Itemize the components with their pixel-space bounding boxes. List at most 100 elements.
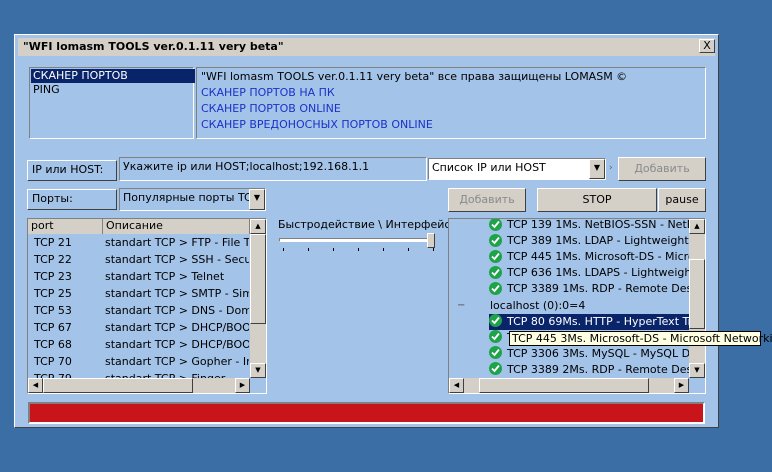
port-cell: TCP 70	[34, 355, 72, 368]
table-row[interactable]: TCP 67 standart TCP > DHCP/BOOT...	[29, 319, 249, 336]
result-row[interactable]: TCP 3389 1Ms. RDP - Remote Deskto	[489, 281, 689, 297]
check-icon	[489, 265, 502, 279]
result-text: TCP 80 69Ms. HTTP - HyperText Tran	[507, 314, 689, 328]
result-text: TCP 445 1Ms. Microsoft-DS - Microsoft	[507, 250, 689, 264]
port-cell: TCP 25	[34, 287, 72, 300]
result-row[interactable]: TCP 139 1Ms. NetBIOS-SSN - NetBIOS	[489, 218, 689, 233]
port-list-header: port Описание	[28, 219, 250, 234]
column-header-description[interactable]: Описание	[103, 219, 250, 234]
column-header-port[interactable]: port	[28, 219, 103, 234]
port-cell: TCP 53	[34, 304, 72, 317]
slider-tick	[333, 248, 334, 251]
result-row[interactable]: TCP 389 1Ms. LDAP - Lightweight Dire	[489, 233, 689, 249]
tool-menu-list[interactable]: СКАНЕР ПОРТОВ PING	[29, 67, 195, 139]
slider-tick	[358, 248, 359, 251]
result-row[interactable]: TCP 80 69Ms. HTTP - HyperText Tran	[489, 313, 689, 330]
description-cell: standart TCP > SMTP - Simple	[105, 287, 249, 300]
stop-button[interactable]: STOP	[537, 188, 657, 212]
info-panel: "WFI lomasm TOOLS ver.0.1.11 very beta" …	[196, 67, 706, 139]
slider-tick	[408, 248, 409, 251]
table-row[interactable]: TCP 68 standart TCP > DHCP/BOOT...	[29, 336, 249, 353]
port-cell: TCP 68	[34, 338, 72, 351]
result-text: TCP 636 1Ms. LDAPS - Lightweight Dir	[507, 266, 689, 280]
result-text: localhost (0):0=4	[490, 298, 586, 312]
scroll-thumb[interactable]	[479, 378, 649, 393]
host-label: IP или HOST:	[27, 160, 117, 181]
link-malware-port-scanner[interactable]: СКАНЕР ВРЕДОНОСНЫХ ПОРТОВ ONLINE	[201, 118, 433, 132]
check-icon	[489, 281, 502, 295]
port-cell: TCP 22	[34, 253, 72, 266]
speed-slider[interactable]	[275, 233, 440, 253]
scroll-left-icon[interactable]: ◀	[449, 378, 464, 393]
result-row[interactable]: TCP 445 1Ms. Microsoft-DS - Microsoft	[489, 249, 689, 265]
port-cell: TCP 23	[34, 270, 72, 283]
ports-combo-value: Популярные порты TCP	[123, 191, 259, 204]
scroll-up-icon[interactable]: ▲	[689, 219, 705, 234]
port-cell: TCP 21	[34, 236, 72, 249]
description-cell: standart TCP > DHCP/BOOT...	[105, 321, 249, 334]
menu-item-port-scanner[interactable]: СКАНЕР ПОРТОВ	[31, 69, 195, 83]
port-list[interactable]: port Описание TCP 21 standart TCP > FTP -…	[27, 218, 267, 394]
description-cell: standart TCP > FTP - File Tran	[105, 236, 249, 249]
port-cell: TCP 67	[34, 321, 72, 334]
menu-item-ping[interactable]: PING	[31, 83, 195, 97]
window-title: "WFI lomasm TOOLS ver.0.1.11 very beta"	[23, 40, 284, 53]
table-row[interactable]: TCP 70 standart TCP > Gopher - Inter.	[29, 353, 249, 370]
link-port-scanner-pc[interactable]: СКАНЕР ПОРТОВ НА ПК	[201, 86, 335, 100]
results-tree[interactable]: TCP 139 1Ms. NetBIOS-SSN - NetBIOS TCP 38…	[448, 218, 706, 394]
host-input[interactable]: Укажите ip или HOST;localhost;192.168.1.…	[119, 157, 427, 181]
result-text: TCP 139 1Ms. NetBIOS-SSN - NetBIOS	[507, 218, 689, 231]
scroll-left-icon[interactable]: ◀	[28, 378, 43, 393]
progress-bar	[28, 402, 705, 424]
ports-combo[interactable]: Популярные порты TCP ▼	[119, 188, 266, 211]
add-host-button[interactable]: Добавить	[618, 157, 706, 181]
slider-track	[279, 238, 435, 242]
scroll-right-icon[interactable]: ▶	[235, 378, 250, 393]
result-group-row[interactable]: localhost (0):0=4	[490, 298, 680, 314]
chevron-down-icon[interactable]: ▼	[589, 159, 605, 179]
description-cell: standart TCP > SSH - Secure .	[105, 253, 249, 266]
check-icon	[489, 219, 502, 231]
table-row[interactable]: TCP 23 standart TCP > Telnet	[29, 268, 249, 285]
table-row[interactable]: TCP 25 standart TCP > SMTP - Simple	[29, 285, 249, 302]
scroll-up-icon[interactable]: ▲	[250, 219, 266, 234]
slider-thumb[interactable]	[427, 233, 435, 248]
results-vscrollbar[interactable]: ▲ ▼	[689, 219, 705, 378]
results-hscrollbar[interactable]: ◀ ▶	[449, 378, 689, 393]
host-list-combo[interactable]: Список IP или HOST ▼	[428, 158, 606, 180]
result-row[interactable]: TCP 636 1Ms. LDAPS - Lightweight Dir	[489, 265, 689, 281]
slider-tick	[308, 248, 309, 251]
collapse-icon[interactable]: −	[457, 298, 465, 314]
scroll-thumb[interactable]	[250, 234, 266, 324]
table-row[interactable]: TCP 21 standart TCP > FTP - File Tran	[29, 234, 249, 251]
chevron-right-icon: ›	[609, 163, 613, 173]
scroll-thumb[interactable]	[43, 378, 193, 393]
check-icon	[489, 346, 502, 360]
description-cell: standart TCP > Gopher - Inter.	[105, 355, 249, 368]
pause-button[interactable]: pause	[658, 188, 706, 212]
speed-label: Быстродействие \ Интерфейс	[278, 218, 451, 231]
table-row[interactable]: TCP 22 standart TCP > SSH - Secure .	[29, 251, 249, 268]
result-text: TCP 389 1Ms. LDAP - Lightweight Dire	[507, 234, 689, 248]
description-cell: standart TCP > DNS - Domain.	[105, 304, 249, 317]
scroll-down-icon[interactable]: ▼	[250, 363, 266, 378]
add-port-button[interactable]: Добавить	[448, 188, 526, 212]
result-row[interactable]: TCP 3389 2Ms. RDP - Remote Deskto	[489, 362, 689, 378]
port-list-vscrollbar[interactable]: ▲ ▼	[250, 219, 266, 378]
check-icon	[489, 362, 502, 376]
check-icon	[489, 249, 502, 263]
description-cell: standart TCP > DHCP/BOOT...	[105, 338, 249, 351]
scroll-thumb[interactable]	[689, 259, 705, 329]
scroll-right-icon[interactable]: ▶	[674, 378, 689, 393]
title-bar: "WFI lomasm TOOLS ver.0.1.11 very beta" …	[18, 38, 715, 56]
link-port-scanner-online[interactable]: СКАНЕР ПОРТОВ ONLINE	[201, 102, 341, 116]
chevron-down-icon[interactable]: ▼	[249, 189, 265, 210]
scroll-down-icon[interactable]: ▼	[689, 363, 705, 378]
host-list-combo-value: Список IP или HOST	[432, 161, 546, 174]
ports-label: Порты:	[27, 189, 117, 210]
result-row[interactable]: TCP 3306 3Ms. MySQL - MySQL DB	[489, 346, 689, 362]
close-button[interactable]: X	[699, 39, 715, 53]
port-list-hscrollbar[interactable]: ◀ ▶	[28, 378, 250, 393]
table-row[interactable]: TCP 53 standart TCP > DNS - Domain.	[29, 302, 249, 319]
copyright-text: "WFI lomasm TOOLS ver.0.1.11 very beta" …	[201, 70, 628, 83]
